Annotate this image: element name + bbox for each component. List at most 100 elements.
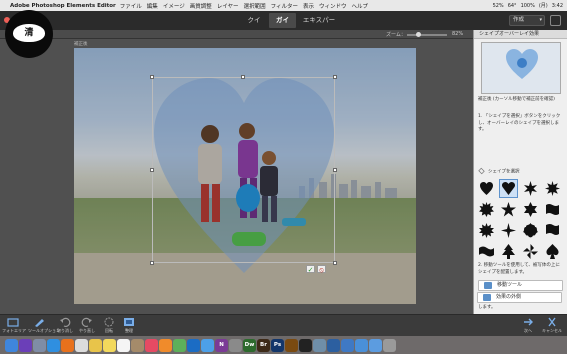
shape-option-cross[interactable] [500, 222, 517, 239]
rotate-button[interactable]: 回転 [98, 317, 120, 334]
transform-handle-right[interactable] [333, 168, 337, 172]
dock-finder-icon[interactable] [5, 338, 18, 352]
preview-caption: 補正後 (カーソル移動で補正前を確認) [478, 97, 555, 102]
menu-enhance[interactable]: 画質調整 [190, 2, 212, 10]
dock-terminal-icon[interactable] [299, 338, 312, 352]
dock-firefox-icon[interactable] [61, 338, 74, 352]
rotate-icon [104, 317, 114, 327]
dock-elements-icon[interactable] [327, 338, 340, 352]
dock-trash-icon[interactable] [383, 338, 396, 352]
zoom-slider[interactable] [407, 34, 447, 36]
transform-handle-left[interactable] [150, 168, 154, 172]
menu-image[interactable]: イメージ [163, 2, 185, 10]
move-tool-button[interactable]: 移動ツール [478, 280, 563, 291]
dock-dreamweaver-icon[interactable]: Dw [243, 338, 256, 352]
menu-file[interactable]: ファイル [120, 2, 142, 10]
shape-bounding-box[interactable] [152, 77, 335, 263]
organizer-button[interactable]: 整理 [118, 317, 140, 334]
banner-wave-icon [479, 246, 494, 257]
tab-expert[interactable]: エキスパート [296, 13, 342, 39]
zoom-label: ズーム： [386, 32, 406, 38]
dock-bridge-icon[interactable]: Br [257, 338, 270, 352]
shape-option-heart[interactable] [499, 179, 518, 198]
tool-options-button[interactable]: ツールオプション [28, 317, 60, 334]
dock-folder-icon[interactable] [355, 338, 368, 352]
dock-calendar-icon[interactable] [117, 338, 130, 352]
dock-siri-icon[interactable] [19, 338, 32, 352]
dock-contacts-icon[interactable] [131, 338, 144, 352]
shape-option-heart-round[interactable] [478, 180, 495, 197]
shape-option-star-6[interactable] [522, 201, 539, 218]
dock-illustrator-icon[interactable] [285, 338, 298, 352]
transform-handle-top[interactable] [241, 75, 245, 79]
menu-edit[interactable]: 編集 [147, 2, 158, 10]
dock-preview-icon[interactable] [313, 338, 326, 352]
next-button[interactable]: 次へ [517, 317, 539, 334]
options-bar: ズーム： 82% [0, 30, 473, 39]
dock-settings-icon[interactable] [229, 338, 242, 352]
shape-option-star-many[interactable] [544, 180, 561, 197]
shape-option-tree[interactable] [500, 243, 517, 260]
dock-elements-2-icon[interactable] [341, 338, 354, 352]
next-arrow-icon [524, 318, 533, 326]
commit-check-icon[interactable]: ✓ [306, 265, 315, 274]
zoom-slider-knob[interactable] [416, 32, 421, 37]
tab-quick[interactable]: クイック [239, 13, 269, 39]
shape-option-wavy-banner[interactable] [544, 201, 561, 218]
dock-mail-icon[interactable] [201, 338, 214, 352]
menu-filter[interactable]: フィルター [271, 2, 298, 10]
flag-icon [546, 224, 559, 235]
cancel-label: キャンセル [542, 328, 562, 333]
shape-option-flag[interactable] [544, 222, 561, 239]
dock-music-icon[interactable] [145, 338, 158, 352]
shape-option-burst[interactable] [478, 201, 495, 218]
battery-percent: 52% [492, 2, 504, 9]
outer-effect-button[interactable]: 効果の外側 [477, 292, 562, 303]
star-many-icon [545, 181, 560, 196]
create-button[interactable]: 作成 [509, 15, 545, 26]
menu-view[interactable]: 表示 [303, 2, 314, 10]
menu-select[interactable]: 選択範囲 [244, 2, 266, 10]
shape-option-star-5[interactable] [500, 201, 517, 218]
cancel-button[interactable]: キャンセル [541, 317, 563, 334]
move-tool-label: 移動ツール [497, 282, 523, 288]
cancel-transform-icon[interactable]: ⦸ [317, 265, 326, 274]
shape-option-pinwheel[interactable] [522, 243, 539, 260]
app-menu[interactable]: Adobe Photoshop Elements Editor [10, 3, 116, 9]
dock-photos-icon[interactable] [89, 338, 102, 352]
dock-outlook-icon[interactable] [187, 338, 200, 352]
dock-maps-icon[interactable] [173, 338, 186, 352]
zoom-value[interactable]: 82% [452, 31, 463, 37]
tab-guided[interactable]: ガイド [269, 13, 296, 39]
dock-photoshop-icon[interactable]: Ps [271, 338, 284, 352]
shape-option-starburst-12[interactable] [478, 222, 495, 239]
photo-bin-icon [7, 318, 19, 327]
photo-bin-label: フォトエリア [2, 328, 26, 333]
photo-bin-button[interactable]: フォトエリア [2, 317, 26, 334]
menu-window[interactable]: ウィンドウ [319, 2, 347, 10]
transform-handle-tl[interactable] [150, 75, 154, 79]
dock-downloads-icon[interactable] [369, 338, 382, 352]
dock-launchpad-icon[interactable] [33, 338, 46, 352]
transform-handle-br[interactable] [333, 261, 337, 265]
redo-button[interactable]: やり直し [76, 317, 98, 334]
dock-safari-icon[interactable] [47, 338, 60, 352]
outer-effect-icon [483, 294, 491, 301]
select-shape-label[interactable]: シェイプを選択 [478, 167, 520, 175]
shape-option-banner-wave[interactable] [478, 243, 495, 260]
dock-notes-icon[interactable] [103, 338, 116, 352]
menu-layer[interactable]: レイヤー [217, 2, 239, 10]
menu-help[interactable]: ヘルプ [352, 2, 369, 10]
transform-handle-bl[interactable] [150, 261, 154, 265]
dock-chrome-icon[interactable] [75, 338, 88, 352]
dock-books-icon[interactable] [159, 338, 172, 352]
shape-option-flower[interactable] [522, 222, 539, 239]
shape-option-starburst-8[interactable] [522, 180, 539, 197]
watermark-logo: 清 [5, 10, 53, 58]
move-tool-icon [484, 282, 492, 289]
shape-option-spade[interactable] [544, 243, 561, 260]
dock-onenote-icon[interactable]: N [215, 338, 228, 352]
share-icon[interactable] [550, 15, 561, 26]
transform-handle-tr[interactable] [333, 75, 337, 79]
undo-button[interactable]: 取り消し [54, 317, 76, 334]
